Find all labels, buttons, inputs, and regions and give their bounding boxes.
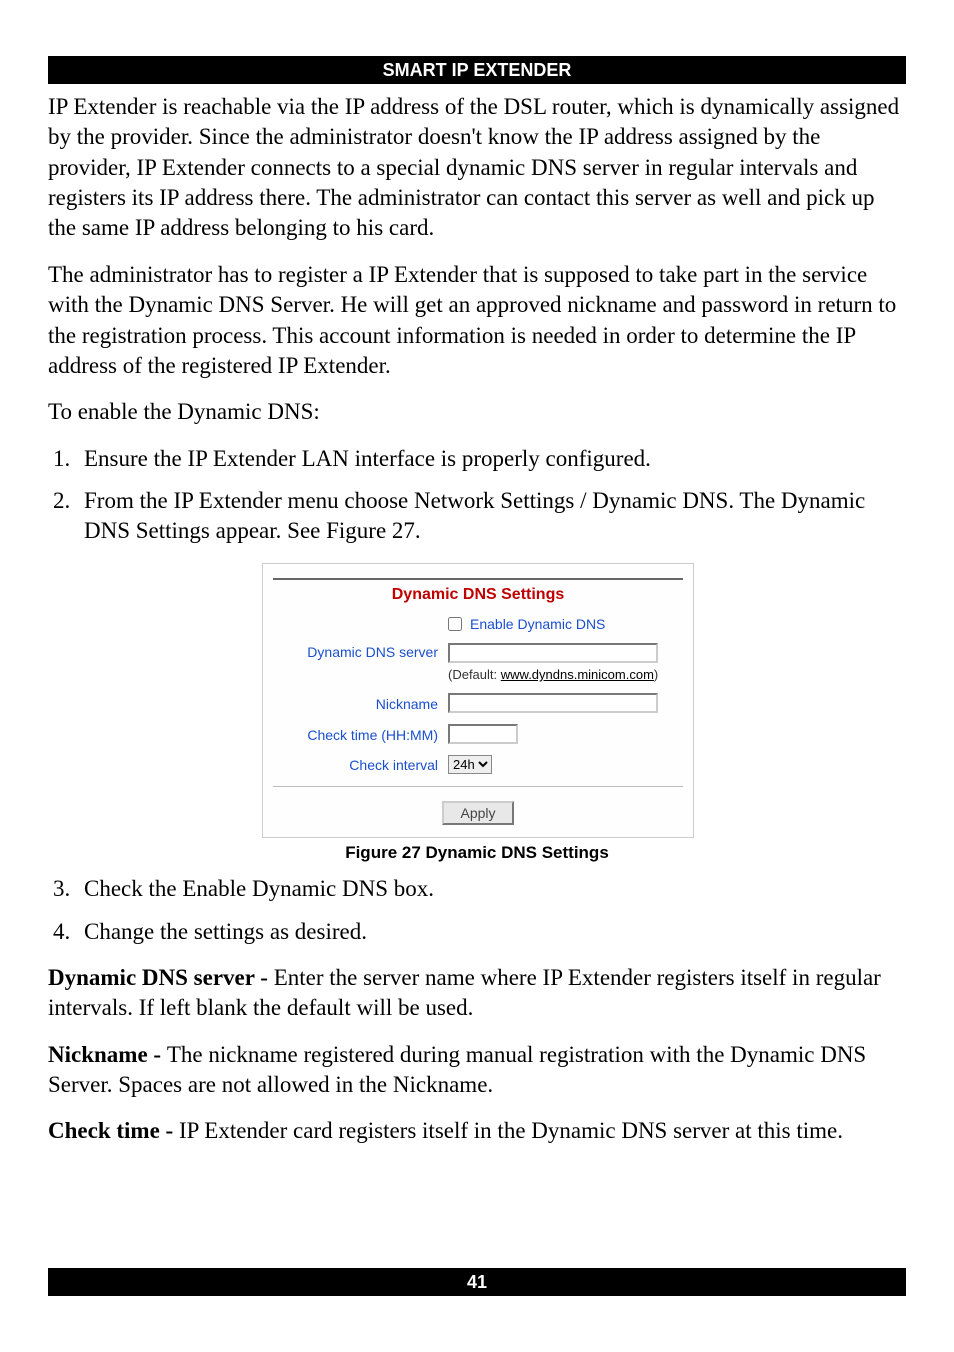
step-4: Change the settings as desired. [76, 917, 906, 947]
term-check-time-text: IP Extender card registers itself in the… [179, 1118, 843, 1143]
step-2: From the IP Extender menu choose Network… [76, 486, 906, 547]
dns-default-link[interactable]: www.dyndns.minicom.com [501, 667, 654, 682]
check-interval-select[interactable]: 24h [448, 755, 492, 774]
paragraph-2: The administrator has to register a IP E… [48, 260, 906, 381]
dynamic-dns-dialog: Dynamic DNS Settings Enable Dynamic DNS … [262, 563, 694, 838]
apply-button[interactable]: Apply [442, 801, 513, 825]
paragraph-3: To enable the Dynamic DNS: [48, 397, 906, 427]
page-footer: 41 [48, 1268, 906, 1296]
step-1: Ensure the IP Extender LAN interface is … [76, 444, 906, 474]
step-3: Check the Enable Dynamic DNS box. [76, 874, 906, 904]
term-nickname: Nickname - The nickname registered durin… [48, 1040, 906, 1101]
dns-server-input[interactable] [448, 643, 658, 663]
paragraph-1: IP Extender is reachable via the IP addr… [48, 92, 906, 244]
nickname-label: Nickname [273, 695, 448, 713]
page-number: 41 [467, 1272, 487, 1292]
check-time-input[interactable] [448, 724, 518, 744]
term-check-time-label: Check time - [48, 1118, 179, 1143]
enable-dynamic-dns-label: Enable Dynamic DNS [470, 615, 605, 633]
header-title: SMART IP EXTENDER [383, 60, 572, 80]
nickname-input[interactable] [448, 693, 658, 713]
dns-server-default-hint: (Default: www.dyndns.minicom.com) [448, 666, 683, 683]
page-header: SMART IP EXTENDER [48, 56, 906, 84]
term-nickname-label: Nickname - [48, 1042, 167, 1067]
enable-dynamic-dns-checkbox[interactable] [448, 617, 462, 631]
check-time-label: Check time (HH:MM) [273, 726, 448, 744]
page-content: IP Extender is reachable via the IP addr… [48, 84, 906, 1147]
term-dns-server-label: Dynamic DNS server - [48, 965, 274, 990]
dns-server-label: Dynamic DNS server [273, 643, 448, 661]
check-interval-label: Check interval [273, 756, 448, 774]
dialog-title: Dynamic DNS Settings [273, 584, 683, 605]
figure-caption: Figure 27 Dynamic DNS Settings [262, 842, 692, 864]
term-dns-server: Dynamic DNS server - Enter the server na… [48, 963, 906, 1024]
term-nickname-text: The nickname registered during manual re… [48, 1042, 866, 1097]
term-check-time: Check time - IP Extender card registers … [48, 1116, 906, 1146]
figure-27: Dynamic DNS Settings Enable Dynamic DNS … [262, 563, 692, 865]
